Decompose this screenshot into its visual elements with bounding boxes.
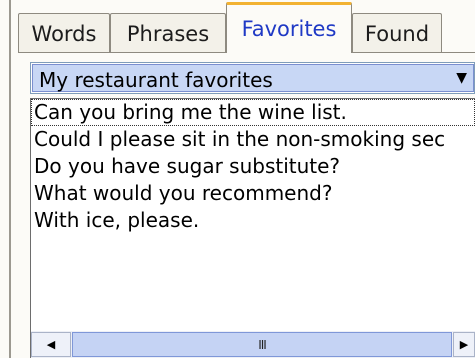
window-edge [9, 0, 11, 358]
list-item[interactable]: With ice, please. [31, 207, 475, 234]
dropdown-selected-value: My restaurant favorites [39, 68, 273, 92]
arrow-right-icon: ▶ [459, 338, 469, 351]
phrase-list-items: Can you bring me the wine list. Could I … [31, 99, 475, 234]
scroll-left-button[interactable]: ◀ [31, 332, 71, 357]
tab-phrases[interactable]: Phrases [110, 13, 226, 53]
scroll-right-button[interactable]: ▶ [453, 332, 475, 357]
tab-strip: Words Phrases Favorites Found [18, 0, 475, 53]
list-item[interactable]: Could I please sit in the non-smoking se… [31, 126, 475, 153]
app-window: Words Phrases Favorites Found My restaur… [0, 0, 475, 358]
tab-found[interactable]: Found [352, 13, 442, 53]
tab-words[interactable]: Words [18, 13, 110, 53]
chevron-down-icon[interactable]: ▼ [456, 70, 467, 86]
list-item[interactable]: Do you have sugar substitute? [31, 153, 475, 180]
list-item[interactable]: Can you bring me the wine list. [31, 99, 475, 126]
list-item[interactable]: What would you recommend? [31, 180, 475, 207]
dropdown-selection: My restaurant favorites ▼ [32, 64, 474, 92]
favorites-dropdown[interactable]: My restaurant favorites ▼ [30, 62, 475, 94]
phrase-list[interactable]: Can you bring me the wine list. Could I … [30, 98, 475, 358]
scroll-thumb[interactable]: III [72, 332, 452, 357]
tab-favorites[interactable]: Favorites [226, 2, 352, 53]
grip-icon: III [258, 337, 267, 352]
horizontal-scrollbar[interactable]: ◀ III ▶ [31, 331, 475, 358]
arrow-left-icon: ◀ [46, 338, 56, 351]
